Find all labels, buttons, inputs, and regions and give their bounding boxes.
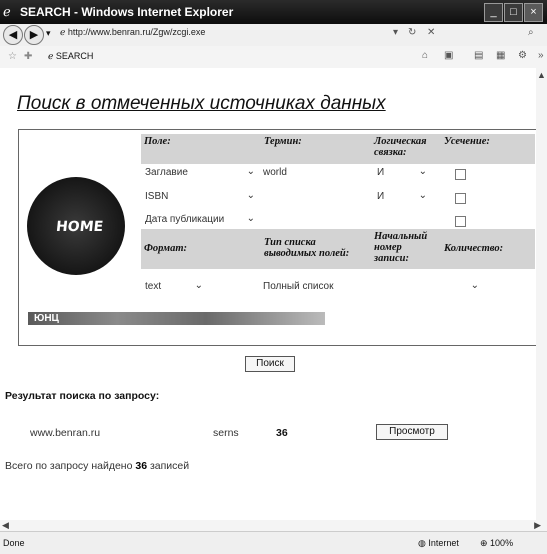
header-logic: Логическая связка: [371, 134, 441, 164]
status-text: Done [3, 538, 25, 548]
field-select-2-value: ISBN [145, 191, 169, 202]
feeds-icon[interactable]: ▣ [444, 50, 453, 61]
term-input-2[interactable] [263, 191, 363, 203]
truncation-checkbox-1[interactable] [455, 169, 466, 180]
chevron-down-icon: ⌄ [246, 213, 255, 224]
page-content: Поиск в отмеченных источниках данных HOM… [0, 68, 536, 531]
favorites-star-icon[interactable]: ☆ [8, 51, 17, 62]
field-select-3-value: Дата публикации [145, 214, 225, 225]
forward-button[interactable]: ▶ [24, 25, 44, 45]
header-field: Поле: [141, 134, 261, 164]
field-select-1[interactable]: Заглавие ⌄ [143, 166, 255, 180]
address-dropdown-icon[interactable]: ▾ [393, 27, 398, 38]
search-button[interactable]: Поиск [245, 356, 295, 372]
more-tools-icon[interactable]: » [538, 50, 544, 61]
vertical-scrollbar[interactable]: ▲ ▼ [536, 68, 547, 531]
zoom-control[interactable]: ⊕ 100% [480, 538, 513, 549]
term-input-1[interactable]: world [263, 167, 363, 178]
page-title: Поиск в отмеченных источниках данных [17, 93, 386, 114]
home-icon[interactable]: ⌂ [422, 50, 428, 61]
header-list-type: Тип списка выводимых полей: [261, 229, 371, 269]
refresh-icon[interactable]: ↻ [408, 27, 416, 38]
globe-icon: ◍ [418, 538, 429, 548]
zoom-icon: ⊕ [480, 538, 491, 548]
logo-label: HOME [55, 219, 104, 235]
tools-menu-icon[interactable]: ⚙ [518, 50, 527, 61]
chevron-down-icon: ⌄ [418, 190, 427, 201]
search-icon[interactable]: ⌕ [528, 27, 534, 38]
chevron-down-icon: ⌄ [418, 166, 427, 177]
header-truncation: Усечение: [441, 134, 535, 164]
truncation-checkbox-3[interactable] [455, 216, 466, 227]
page-favicon-icon: ℯ [60, 27, 66, 37]
status-bar: Done ◍ Internet ⊕ 100% [0, 531, 547, 554]
list-type-select[interactable]: Полный список [263, 281, 334, 292]
security-zone: ◍ Internet [418, 538, 459, 549]
tab-search[interactable]: ℯ SEARCH [48, 51, 93, 62]
format-select-value: text [145, 281, 162, 292]
maximize-button[interactable]: □ [504, 3, 523, 22]
scroll-right-icon[interactable]: ▶ [534, 520, 541, 531]
logic-select-1[interactable]: И ⌄ [375, 166, 427, 180]
header-term: Термин: [261, 134, 371, 164]
sponsor-banner[interactable]: ЮНЦ [28, 312, 325, 325]
tab-favicon-icon: ℯ [48, 51, 56, 61]
result-term: serns [213, 427, 239, 439]
result-title: Результат поиска по запросу: [5, 390, 160, 402]
home-logo[interactable]: HOME [27, 177, 125, 275]
result-total-suffix: записей [149, 460, 190, 472]
header-format: Формат: [141, 229, 261, 269]
result-count: 36 [276, 427, 288, 439]
field-select-1-value: Заглавие [145, 167, 188, 178]
horizontal-scrollbar[interactable]: ◀ ▶ [0, 520, 547, 531]
page-menu-icon[interactable]: ▦ [496, 50, 505, 61]
result-total-count: 36 [135, 460, 148, 472]
address-input[interactable]: ℯ http://www.benran.ru/Zgw/zcgi.exe [60, 27, 390, 41]
logic-select-1-value: И [377, 167, 385, 178]
result-total-prefix: Всего по запросу найдено [5, 460, 133, 472]
stop-icon[interactable]: ✕ [427, 27, 435, 38]
field-select-3[interactable]: Дата публикации ⌄ [143, 213, 255, 227]
result-total: Всего по запросу найдено 36 записей [5, 460, 189, 472]
chevron-down-icon: ⌄ [246, 166, 255, 177]
header-quantity: Количество: [441, 229, 535, 269]
history-dropdown-icon[interactable]: ▾ [46, 28, 51, 39]
add-favorite-icon[interactable]: ✚ [24, 51, 32, 62]
start-record-input[interactable] [377, 281, 417, 293]
banner-label: ЮНЦ [34, 313, 59, 324]
chevron-down-icon: ⌄ [470, 280, 479, 291]
window-title: SEARCH - Windows Internet Explorer [20, 5, 234, 19]
security-zone-label: Internet [428, 538, 459, 548]
quantity-select[interactable]: ⌄ [451, 280, 479, 294]
format-select[interactable]: text ⌄ [143, 280, 203, 294]
window-titlebar: ℯ SEARCH - Windows Internet Explorer _ □… [0, 0, 547, 24]
chevron-down-icon: ⌄ [194, 280, 203, 291]
scroll-up-icon[interactable]: ▲ [537, 70, 546, 80]
search-form: HOME Поле: Термин: Логическая связка: Ус… [18, 129, 536, 346]
logic-select-2-value: И [377, 191, 385, 202]
view-button[interactable]: Просмотр [376, 424, 448, 440]
minimize-button[interactable]: _ [484, 3, 503, 22]
scroll-left-icon[interactable]: ◀ [2, 520, 9, 531]
back-button[interactable]: ◀ [3, 25, 23, 45]
tab-label: SEARCH [55, 51, 94, 61]
ie-logo-icon: ℯ [3, 4, 11, 19]
term-input-3[interactable] [263, 214, 363, 226]
print-icon[interactable]: ▤ [474, 50, 483, 61]
zoom-level: 100% [490, 538, 514, 548]
header-start-record: Начальный номер записи: [371, 229, 441, 269]
address-url: http://www.benran.ru/Zgw/zcgi.exe [67, 27, 206, 37]
address-toolbar: ◀ ▶ ▾ ℯ http://www.benran.ru/Zgw/zcgi.ex… [0, 24, 547, 46]
field-select-2[interactable]: ISBN ⌄ [143, 190, 255, 204]
chevron-down-icon: ⌄ [246, 190, 255, 201]
truncation-checkbox-2[interactable] [455, 193, 466, 204]
result-source: www.benran.ru [30, 427, 101, 439]
close-button[interactable]: × [524, 3, 543, 22]
tab-toolbar: ☆ ✚ ℯ SEARCH ⌂ ▣ ▤ ▦ ⚙ » [0, 46, 547, 69]
logic-select-2[interactable]: И ⌄ [375, 190, 427, 204]
